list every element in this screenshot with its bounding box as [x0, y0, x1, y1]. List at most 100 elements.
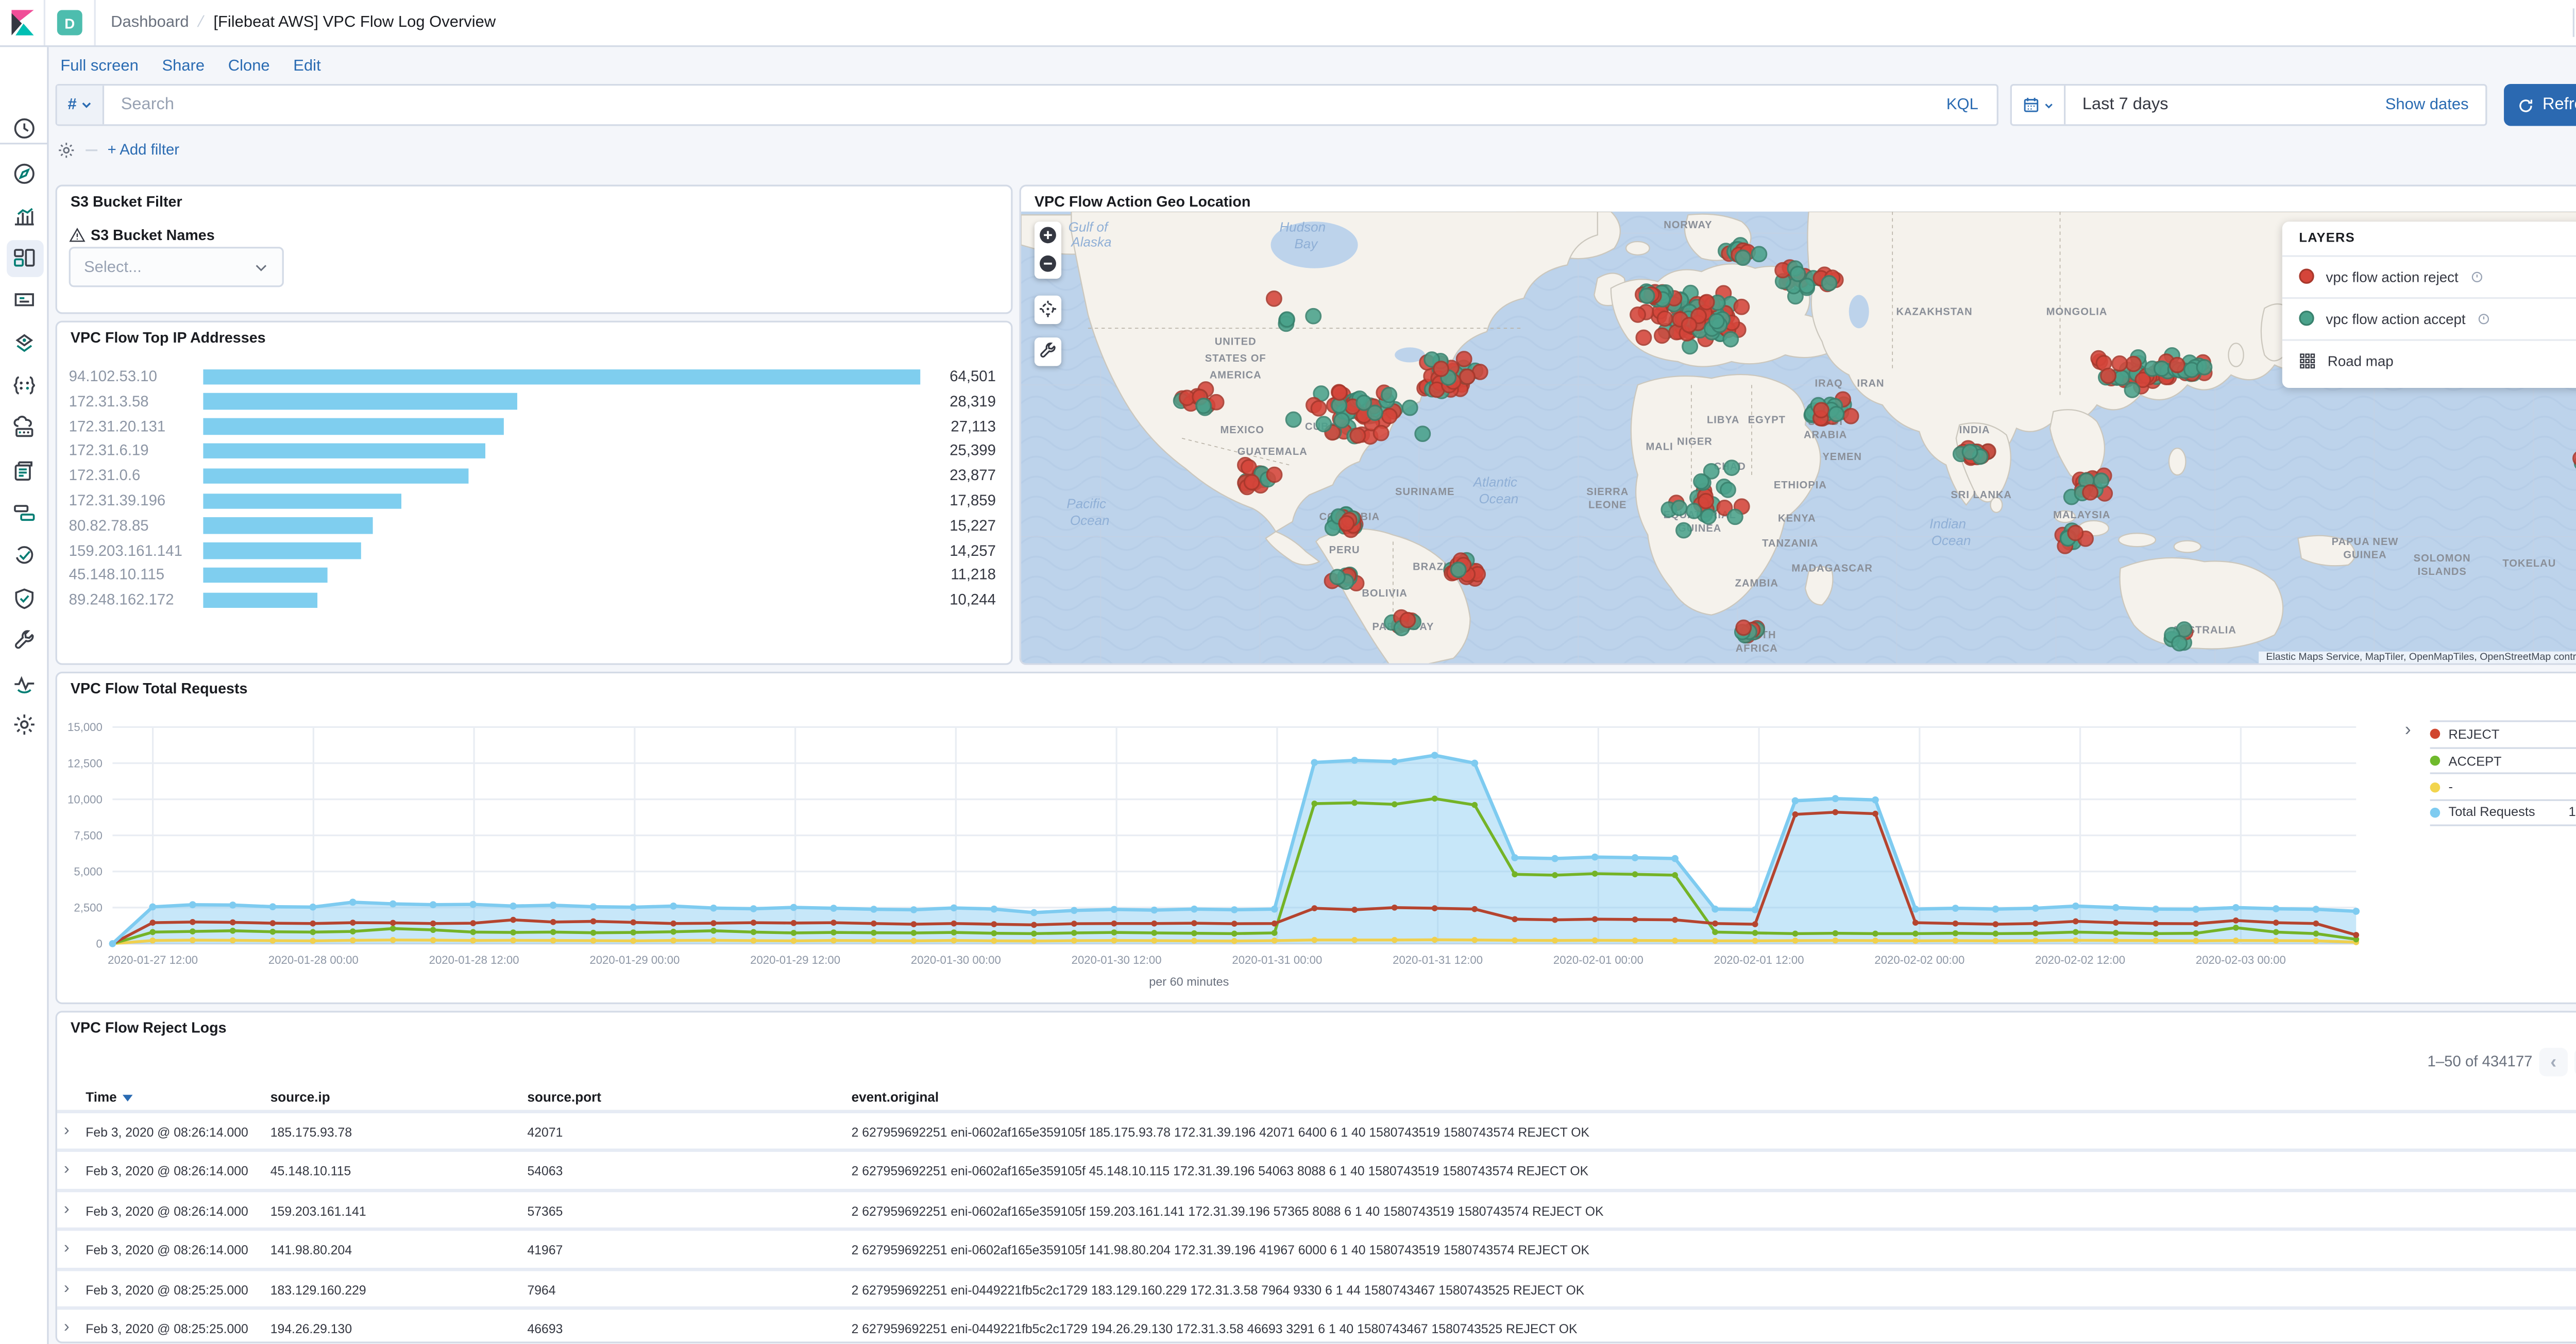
map-dot-reject[interactable]: [1266, 466, 1283, 482]
sidebar-item-logs[interactable]: [0, 450, 49, 490]
map-dot-accept[interactable]: [1686, 502, 1703, 519]
map-dot-reject[interactable]: [1372, 424, 1389, 440]
map-dot-accept[interactable]: [2113, 368, 2130, 385]
map-dot-reject[interactable]: [2111, 354, 2128, 371]
map-dot-accept[interactable]: [1381, 386, 1398, 403]
map-dot-reject[interactable]: [2067, 524, 2084, 540]
legend-row-total-requests[interactable]: Total Requests 1,226: [2430, 799, 2576, 826]
map-dot-accept[interactable]: [1305, 307, 1322, 324]
map-dot-reject[interactable]: [1265, 290, 1282, 306]
map-dot-reject[interactable]: [1681, 316, 1698, 333]
menu-item-clone[interactable]: Clone: [228, 57, 270, 76]
map-dot-accept[interactable]: [1682, 337, 1699, 354]
map-dot-accept[interactable]: [1734, 248, 1751, 265]
legend-row-dash[interactable]: -110: [2430, 773, 2576, 799]
map-dot-accept[interactable]: [1671, 499, 1688, 516]
column-header-source-port[interactable]: source.port: [528, 1090, 601, 1104]
filter-options-gear-icon[interactable]: [57, 140, 76, 159]
ip-bar[interactable]: [203, 567, 328, 584]
expand-row-chevron-icon[interactable]: ›: [64, 1279, 70, 1297]
expand-row-chevron-icon[interactable]: ›: [64, 1318, 70, 1337]
column-header-time[interactable]: Time: [86, 1090, 132, 1105]
layer-row-road-map[interactable]: Road map: [2282, 338, 2576, 380]
s3-bucket-select[interactable]: Select...: [69, 247, 284, 287]
map-dot-accept[interactable]: [1722, 330, 1739, 347]
map-dot-reject[interactable]: [1733, 298, 1750, 314]
ip-bar[interactable]: [203, 418, 505, 434]
menu-item-full-screen[interactable]: Full screen: [60, 57, 138, 76]
map-dot-accept[interactable]: [1675, 521, 1692, 538]
sidebar-item-apm[interactable]: [0, 492, 49, 533]
map-dot-accept[interactable]: [1789, 265, 1806, 281]
sidebar-item-dashboard[interactable]: [0, 238, 49, 278]
map-dot-reject[interactable]: [1735, 618, 1752, 635]
map-dot-reject[interactable]: [1630, 305, 1646, 322]
layer-row-vpc-flow-action-reject[interactable]: vpc flow action reject: [2282, 254, 2576, 296]
ip-bar[interactable]: [203, 518, 372, 534]
ip-bar[interactable]: [203, 468, 469, 484]
column-header-source-ip[interactable]: source.ip: [270, 1090, 330, 1104]
ip-bar[interactable]: [203, 492, 402, 509]
sidebar-item-machine-learning[interactable]: [0, 365, 49, 405]
ip-bar[interactable]: [203, 542, 362, 559]
sidebar-item-metrics[interactable]: [0, 407, 49, 448]
map-dot-reject[interactable]: [1656, 309, 1673, 326]
menu-item-share[interactable]: Share: [162, 57, 205, 76]
sidebar-item-discover[interactable]: [0, 153, 49, 193]
legend-row-reject[interactable]: REJECT863: [2430, 720, 2576, 746]
map-dot-reject[interactable]: [1331, 383, 1348, 400]
breadcrumb-dashboard[interactable]: Dashboard: [111, 13, 189, 32]
kql-button[interactable]: KQL: [1928, 96, 1997, 114]
expand-row-chevron-icon[interactable]: ›: [64, 1121, 70, 1140]
ip-bar[interactable]: [203, 368, 921, 385]
map-dot-accept[interactable]: [1751, 245, 1768, 262]
ip-bar[interactable]: [203, 443, 486, 460]
time-range-value[interactable]: Last 7 days: [2065, 96, 2385, 114]
map-dot-reject[interactable]: [1310, 399, 1327, 416]
map-dot-reject[interactable]: [1698, 492, 1715, 508]
sidebar-item-canvas[interactable]: [0, 280, 49, 320]
map-dot-accept[interactable]: [2124, 381, 2141, 398]
map-dot-reject[interactable]: [1813, 401, 1829, 418]
legend-collapse-chevron-icon[interactable]: ›: [2405, 721, 2411, 741]
sidebar-item-recently-viewed[interactable]: [0, 108, 49, 148]
map-dot-reject[interactable]: [1698, 293, 1715, 310]
refresh-button[interactable]: Refresh: [2504, 83, 2576, 126]
sidebar-item-visualize[interactable]: [0, 195, 49, 235]
map-dot-accept[interactable]: [1366, 403, 1383, 420]
map-dot-reject[interactable]: [2082, 483, 2099, 500]
map-dot-accept[interactable]: [1279, 310, 1295, 327]
set-view-button[interactable]: [1035, 295, 1061, 323]
map-dot-accept[interactable]: [1961, 443, 1978, 460]
calendar-dropdown-button[interactable]: [2012, 86, 2066, 125]
ip-bar[interactable]: [203, 592, 317, 608]
world-map[interactable]: Gulf of Alaska Hudson Bay Pacific Ocean Atlant…: [1021, 211, 2576, 664]
map-dot-reject[interactable]: [1842, 407, 1859, 423]
ip-bar[interactable]: [203, 394, 518, 410]
show-dates-button[interactable]: Show dates: [2385, 96, 2485, 114]
map-dot-reject[interactable]: [1654, 326, 1670, 343]
layer-row-vpc-flow-action-accept[interactable]: vpc flow action accept: [2282, 296, 2576, 338]
sidebar-item-siem[interactable]: [0, 577, 49, 618]
map-dot-accept[interactable]: [1315, 415, 1332, 432]
map-dot-reject[interactable]: [1243, 473, 1260, 490]
expand-row-chevron-icon[interactable]: ›: [64, 1161, 70, 1180]
map-dot-accept[interactable]: [1723, 458, 1740, 475]
sidebar-item-dev-tools[interactable]: [0, 620, 49, 660]
map-dot-accept[interactable]: [1450, 560, 1467, 577]
map-dot-accept[interactable]: [1638, 286, 1655, 303]
map-dot-accept[interactable]: [1720, 481, 1736, 498]
expand-row-chevron-icon[interactable]: ›: [64, 1239, 70, 1258]
map-dot-reject[interactable]: [2168, 356, 2185, 372]
map-dot-reject[interactable]: [1635, 328, 1652, 345]
map-dot-accept[interactable]: [1329, 568, 1346, 585]
sidebar-item-maps[interactable]: [0, 322, 49, 363]
map-dot-accept[interactable]: [1414, 424, 1431, 441]
map-dot-reject[interactable]: [1433, 360, 1449, 377]
expand-row-chevron-icon[interactable]: ›: [64, 1200, 70, 1219]
dashboard-app-badge[interactable]: D: [45, 0, 96, 46]
map-dot-accept[interactable]: [2196, 358, 2213, 375]
sidebar-item-uptime[interactable]: [0, 535, 49, 575]
sidebar-item-stack-monitoring[interactable]: [0, 662, 49, 703]
map-dot-reject[interactable]: [2125, 354, 2142, 371]
